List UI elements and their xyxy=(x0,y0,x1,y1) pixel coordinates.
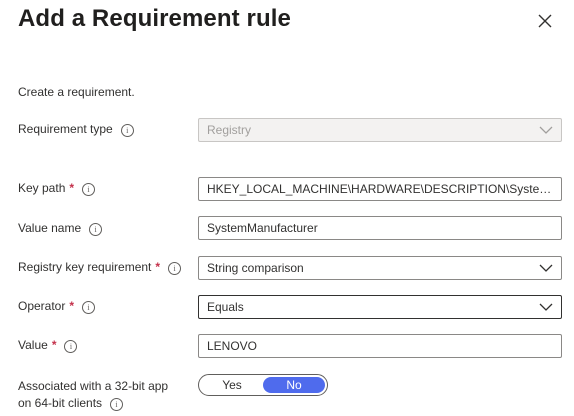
associated-32bit-label-line2: on 64-bit clients i xyxy=(18,396,124,411)
required-marker: * xyxy=(155,260,161,274)
registry-key-requirement-label: Registry key requirement * i xyxy=(18,260,182,275)
chevron-down-icon xyxy=(539,126,553,134)
info-icon[interactable]: i xyxy=(82,301,96,314)
associated-32bit-toggle[interactable]: Yes No xyxy=(198,374,328,396)
info-icon[interactable]: i xyxy=(168,262,182,275)
associated-32bit-label-line1: Associated with a 32-bit app xyxy=(18,379,169,393)
value-name-label: Value name i xyxy=(18,221,103,236)
value-label: Value * i xyxy=(18,338,78,353)
value-name-input[interactable]: SystemManufacturer xyxy=(198,216,562,240)
key-path-input[interactable]: HKEY_LOCAL_MACHINE\HARDWARE\DESCRIPTION\… xyxy=(198,177,562,201)
required-marker: * xyxy=(51,338,57,352)
required-marker: * xyxy=(69,181,75,195)
chevron-down-icon xyxy=(539,303,553,311)
operator-dropdown[interactable]: Equals xyxy=(198,295,562,319)
requirement-type-dropdown: Registry xyxy=(198,118,562,142)
value-input[interactable]: LENOVO xyxy=(198,334,562,358)
toggle-option-no[interactable]: No xyxy=(263,377,325,393)
info-icon[interactable]: i xyxy=(89,223,103,236)
registry-key-requirement-value: String comparison xyxy=(207,261,304,275)
operator-label: Operator * i xyxy=(18,299,96,314)
info-icon[interactable]: i xyxy=(120,124,134,137)
info-icon[interactable]: i xyxy=(110,398,124,411)
requirement-type-value: Registry xyxy=(207,123,252,137)
info-icon[interactable]: i xyxy=(64,340,78,353)
dialog-title: Add a Requirement rule xyxy=(18,5,291,32)
requirement-type-label: Requirement type i xyxy=(18,122,134,137)
info-icon[interactable]: i xyxy=(82,183,96,196)
toggle-option-yes[interactable]: Yes xyxy=(202,377,262,393)
key-path-label: Key path * i xyxy=(18,181,96,196)
chevron-down-icon xyxy=(539,264,553,272)
operator-value: Equals xyxy=(207,300,244,314)
intro-text: Create a requirement. xyxy=(18,85,135,99)
close-icon[interactable] xyxy=(536,12,554,30)
required-marker: * xyxy=(69,299,75,313)
registry-key-requirement-dropdown[interactable]: String comparison xyxy=(198,256,562,280)
